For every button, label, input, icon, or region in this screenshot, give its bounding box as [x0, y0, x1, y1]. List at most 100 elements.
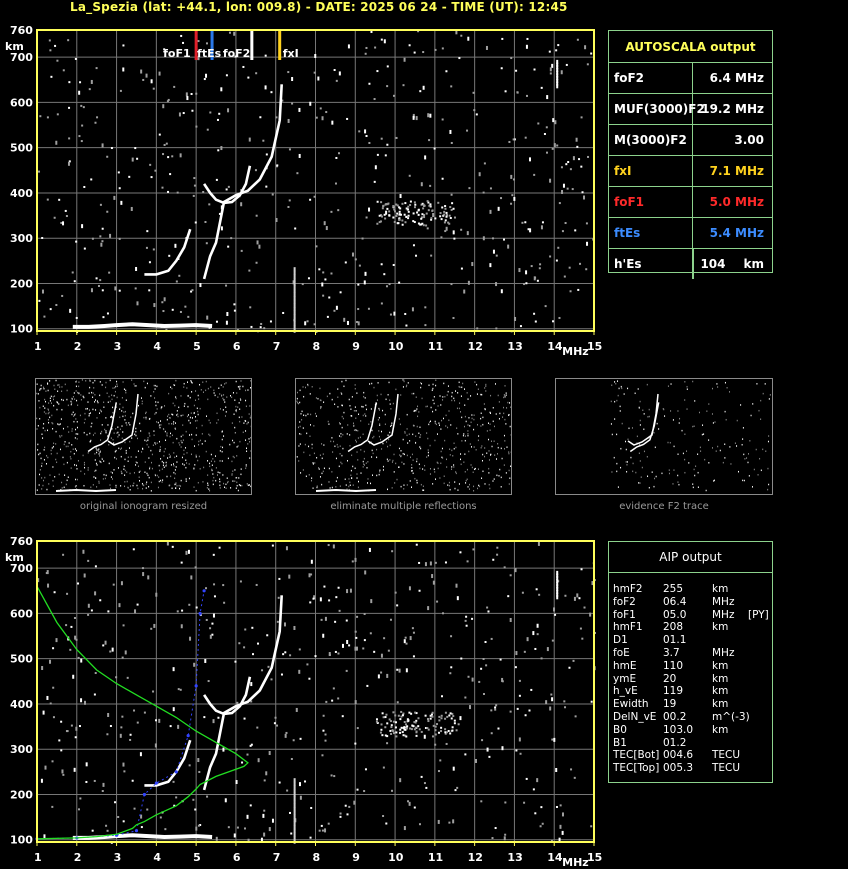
noise-dot [227, 108, 230, 113]
thumb-dot [47, 456, 49, 459]
noise-dot [51, 805, 54, 808]
thumb-dot [457, 392, 459, 394]
thumb-dot [468, 450, 470, 453]
thumb-dot [455, 390, 457, 392]
thumb-dot [61, 434, 63, 437]
thumb-dot [365, 404, 367, 407]
noise-dots [37, 541, 596, 844]
noise-dot [238, 642, 241, 645]
noise-dot [49, 308, 52, 311]
noise-dot [338, 609, 341, 612]
thumb-dot [500, 447, 502, 450]
thumb-dot [125, 399, 127, 401]
thumb-dot [489, 487, 491, 490]
noise-dot [327, 822, 330, 825]
thumb-dot [654, 446, 656, 449]
noise-dot [420, 775, 423, 778]
thumb-dot [767, 467, 769, 470]
noise-dot [43, 834, 46, 839]
noise-dot [287, 71, 290, 74]
noise-dot [514, 316, 517, 321]
thumb-dot [164, 430, 166, 433]
thumb-dot [96, 417, 98, 419]
thumb-dot [56, 452, 58, 455]
thumb-dot [235, 405, 237, 408]
thumb-dot [91, 422, 93, 425]
thumb-dot [677, 474, 679, 477]
thumb-dot [389, 444, 391, 447]
noise-dot [333, 775, 336, 778]
marker-label-fxI: fxI [283, 47, 299, 60]
noise-dot [550, 693, 553, 696]
noise-dot [293, 303, 296, 308]
thumb-dot [84, 412, 86, 415]
thumb-dot [111, 398, 113, 401]
thumb-dot [53, 442, 55, 445]
autoscala-unit: km [743, 257, 764, 271]
noise-dot [409, 200, 412, 203]
noise-dot [500, 289, 503, 294]
noise-dot [283, 622, 286, 627]
noise-dot [390, 726, 393, 729]
thumb-dot [303, 414, 305, 417]
noise-dot [480, 667, 483, 670]
noise-dot [501, 680, 504, 683]
thumb-dot [491, 445, 493, 448]
noise-dot [121, 715, 124, 718]
thumb-dot [250, 485, 251, 488]
noise-dot [120, 581, 123, 586]
thumb-dot [449, 488, 451, 491]
thumb-dot [323, 444, 325, 446]
thumb-dot [505, 472, 507, 474]
thumb-dot [209, 434, 211, 437]
noise-dot [252, 653, 255, 656]
thumb-dot [301, 419, 303, 421]
noise-dot [395, 214, 398, 217]
noise-dot [503, 238, 506, 241]
noise-dot [403, 213, 406, 216]
thumb-dot [231, 396, 233, 399]
noise-dot [426, 227, 429, 230]
thumb-dot [656, 422, 658, 425]
thumb-dot [158, 425, 160, 427]
thumb-dot [497, 446, 499, 449]
thumb-dot [135, 427, 137, 430]
noise-dot [407, 208, 410, 211]
thumb-dot [756, 383, 758, 385]
thumb-dot [44, 398, 46, 401]
thumb-dot [209, 462, 211, 465]
autoscala-row-ftes: ftEs 5.4 MHz [609, 218, 772, 249]
thumb-dot [141, 400, 143, 403]
noise-dot [460, 34, 463, 37]
noise-dot [41, 236, 44, 239]
noise-dot [415, 730, 418, 733]
aip-cell: foE [613, 646, 630, 659]
noise-dot [507, 244, 510, 249]
thumb-dot [225, 406, 227, 408]
thumb-dot [743, 479, 745, 482]
thumb-dot [71, 444, 73, 446]
thumb-dot [610, 423, 612, 425]
thumb-dot [748, 475, 750, 477]
thumb-dot [371, 429, 373, 432]
thumb-dot [191, 438, 193, 441]
thumb-dot [128, 447, 130, 449]
thumb-dot [487, 422, 489, 424]
thumb-dot [219, 393, 221, 395]
noise-dot [106, 733, 109, 736]
noise-dot [439, 759, 442, 762]
thumb-dot [129, 440, 131, 443]
noise-dot [448, 714, 451, 717]
thumb-dot [249, 441, 251, 443]
noise-dot [415, 254, 418, 257]
x-tick-label: 11 [428, 340, 443, 353]
thumb-dot [471, 466, 473, 469]
thumb-dot [402, 438, 404, 441]
noise-dot [540, 86, 543, 89]
noise-dot [293, 296, 296, 301]
thumb-dot [55, 379, 57, 382]
thumb-dot [238, 416, 240, 419]
thumb-dot [108, 462, 110, 465]
noise-dot [439, 212, 442, 215]
noise-dot [304, 780, 307, 783]
